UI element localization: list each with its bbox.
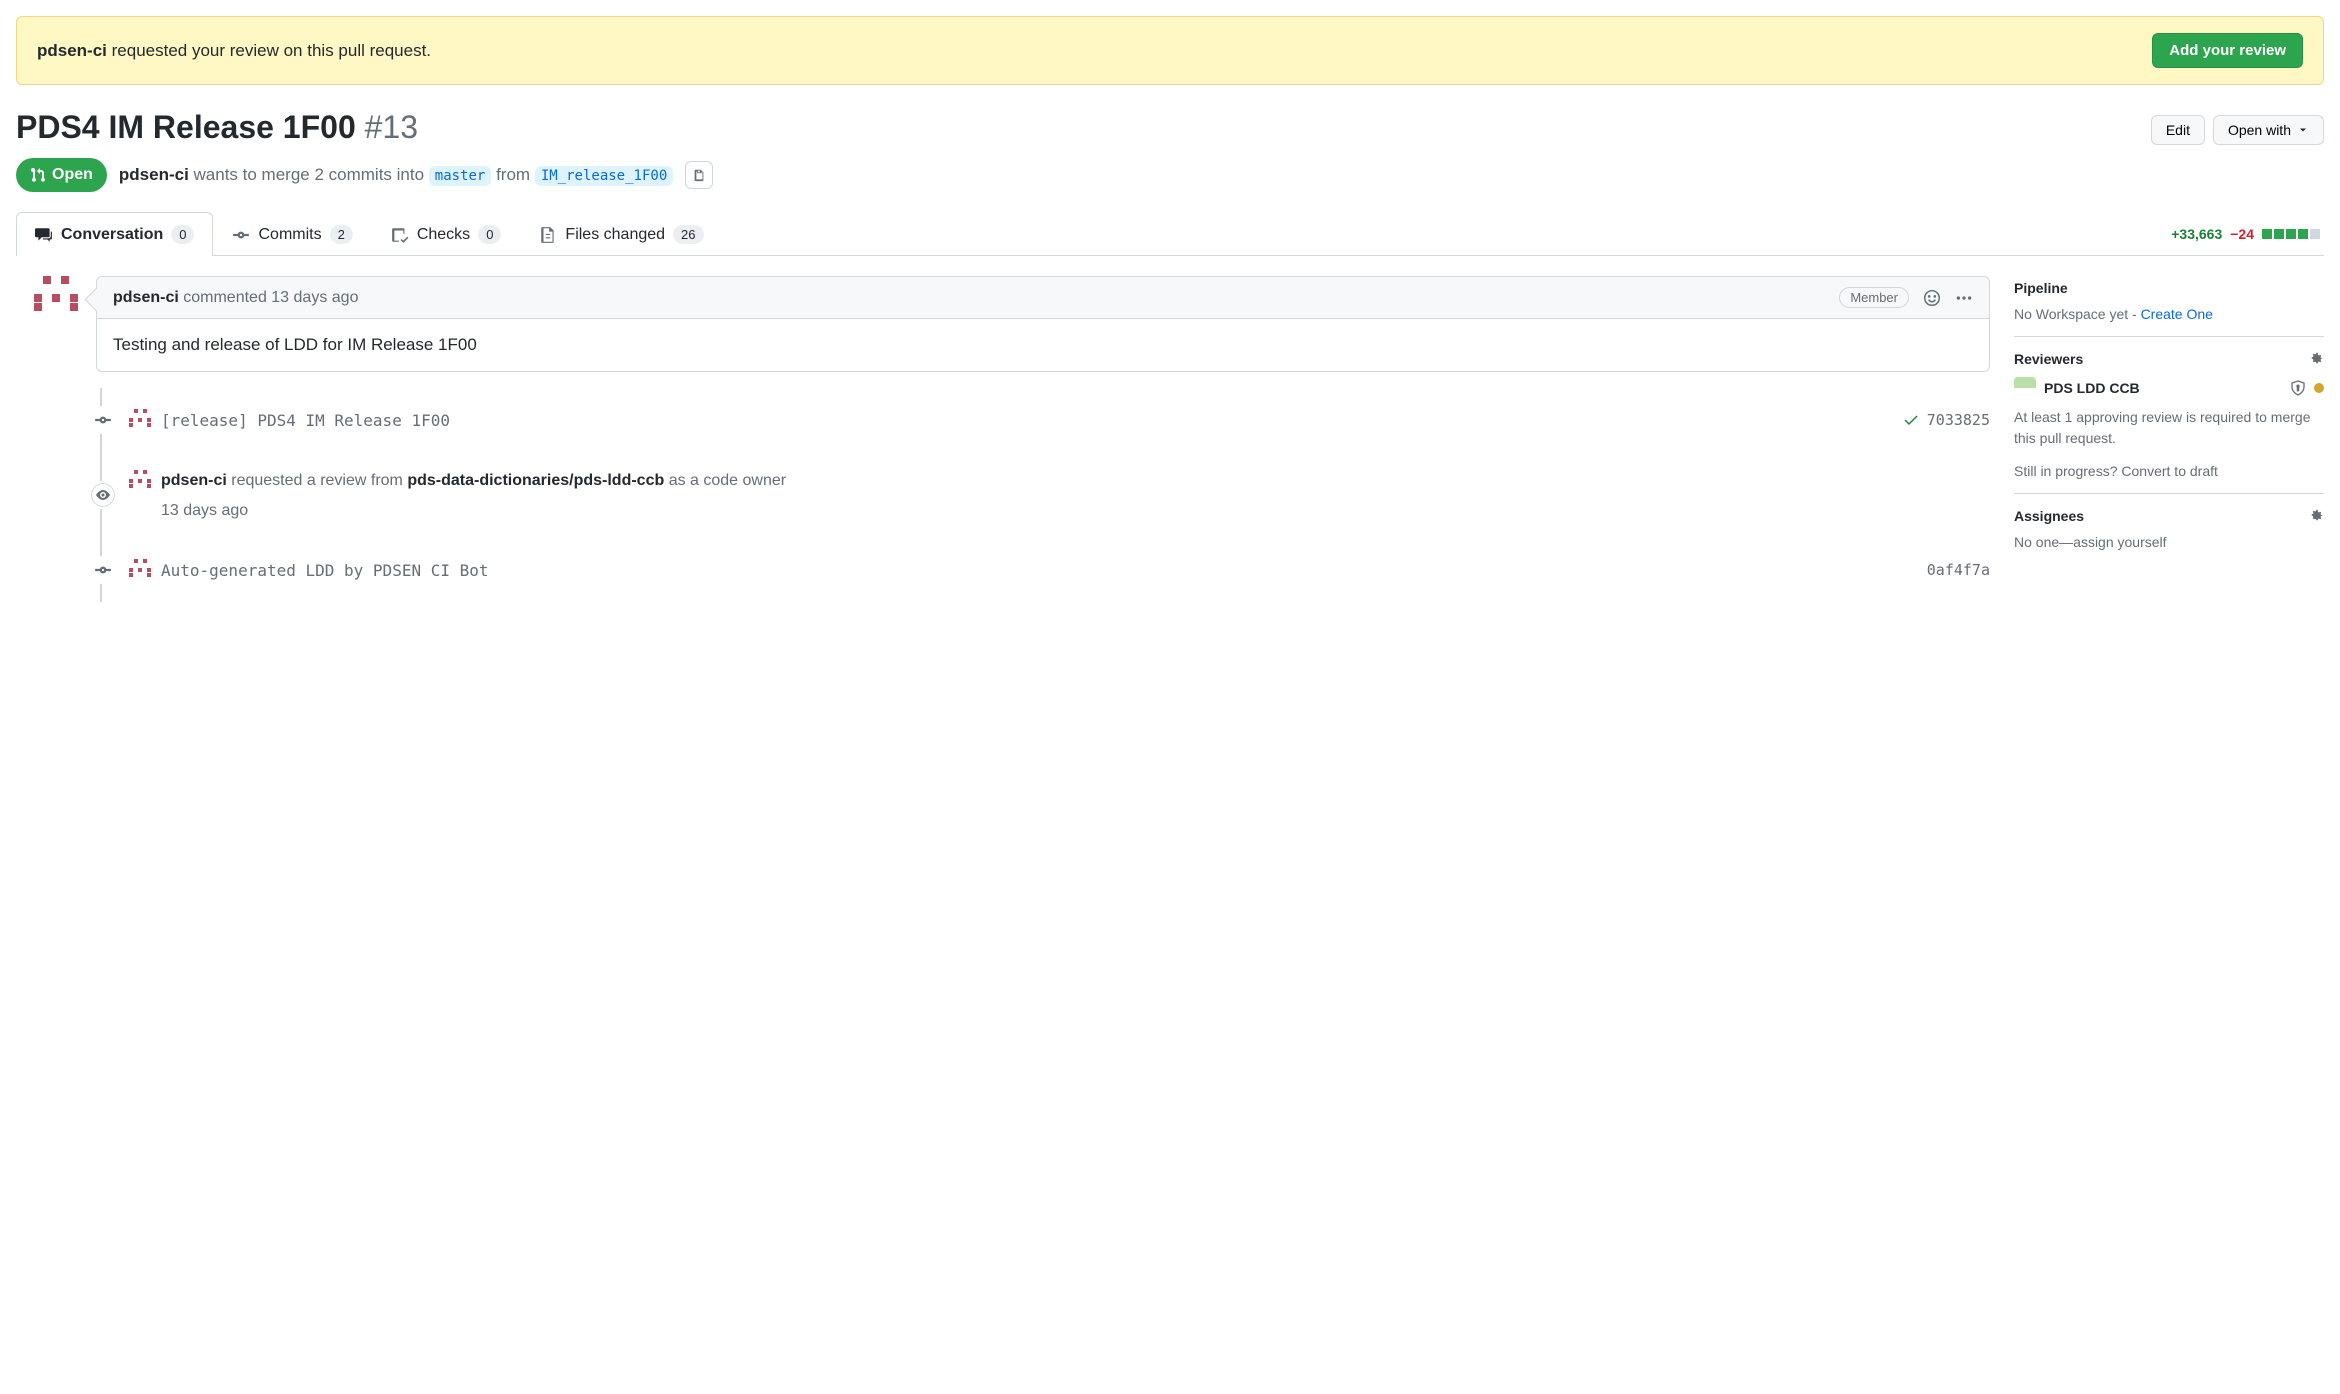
eye-icon <box>95 487 111 503</box>
commit-sha[interactable]: 0af4f7a <box>1927 561 1990 579</box>
tab-files-changed[interactable]: Files changed 26 <box>520 212 722 256</box>
gutter <box>16 276 96 602</box>
title-actions: Edit Open with <box>2151 115 2324 145</box>
git-pull-request-icon <box>30 167 46 183</box>
kebab-icon <box>1955 289 1973 307</box>
commit-sha[interactable]: 7033825 <box>1927 411 1990 429</box>
comment-discussion-icon <box>35 226 53 244</box>
comment-header-actions: Member <box>1839 287 1973 308</box>
review-banner-message: pdsen-ci requested your review on this p… <box>37 41 431 61</box>
reaction-button[interactable] <box>1923 289 1941 307</box>
comment-author[interactable]: pdsen-ci <box>113 289 179 306</box>
review-request-banner: pdsen-ci requested your review on this p… <box>16 16 2324 85</box>
pipeline-text: No Workspace yet - Create One <box>2014 306 2324 322</box>
tabs-row: Conversation 0 Commits 2 Checks 0 Files … <box>16 212 2324 256</box>
state-badge: Open <box>16 158 107 192</box>
tab-conversation-count: 0 <box>171 225 194 244</box>
create-workspace-link[interactable]: Create One <box>2141 306 2213 322</box>
base-branch[interactable]: master <box>429 166 492 186</box>
tab-commits[interactable]: Commits 2 <box>213 212 371 256</box>
review-request-time: 13 days ago <box>161 502 1990 520</box>
timeline-review-request-item: pdsen-ci requested a review from pds-dat… <box>89 452 1990 538</box>
diff-additions: +33,663 <box>2171 226 2222 242</box>
sidebar-pipeline-title: Pipeline <box>2014 280 2324 296</box>
role-badge: Member <box>1839 287 1909 308</box>
convert-to-draft-link[interactable]: Convert to draft <box>2121 463 2218 479</box>
comment-author-meta: pdsen-ci commented 13 days ago <box>113 289 358 307</box>
gear-icon <box>2308 351 2324 367</box>
comment-body: Testing and release of LDD for IM Releas… <box>97 319 1989 371</box>
sidebar-reviewers-title: Reviewers <box>2014 351 2324 367</box>
sidebar-pipeline: Pipeline No Workspace yet - Create One <box>2014 276 2324 337</box>
git-commit-icon <box>94 561 112 579</box>
pr-author[interactable]: pdsen-ci <box>119 165 189 184</box>
reviewer-row: PDS LDD CCB <box>2014 377 2324 399</box>
review-request-text: pdsen-ci requested a review from pds-dat… <box>161 472 786 490</box>
sidebar-assignees-title: Assignees <box>2014 508 2324 524</box>
merge-description: pdsen-ci wants to merge 2 commits into m… <box>119 165 673 185</box>
shield-icon <box>2290 380 2306 396</box>
main-layout: pdsen-ci commented 13 days ago Member Te… <box>16 276 2324 602</box>
convert-draft-text: Still in progress? Convert to draft <box>2014 463 2324 479</box>
commit-author-avatar[interactable] <box>129 409 151 431</box>
commit-sha-group: 7033825 <box>1903 411 1990 429</box>
gear-icon <box>2308 508 2324 524</box>
kebab-button[interactable] <box>1955 289 1973 307</box>
open-with-button[interactable]: Open with <box>2213 115 2324 145</box>
check-icon <box>1903 412 1919 428</box>
reviewers-gear-button[interactable] <box>2308 351 2324 367</box>
diff-deletions: −24 <box>2230 226 2254 242</box>
timeline-items: [release] PDS4 IM Release 1F00 7033825 <box>100 388 1990 602</box>
review-requester: pdsen-ci <box>37 41 107 60</box>
assignees-gear-button[interactable] <box>2308 508 2324 524</box>
assign-yourself-link[interactable]: assign yourself <box>2073 534 2166 550</box>
tab-checks-count: 0 <box>478 225 501 244</box>
sidebar-assignees: Assignees No one—assign yourself <box>2014 494 2324 564</box>
pr-title: PDS4 IM Release 1F00 #13 <box>16 109 418 146</box>
caret-down-icon <box>2297 124 2309 136</box>
sidebar: Pipeline No Workspace yet - Create One R… <box>2014 276 2324 602</box>
smiley-icon <box>1923 289 1941 307</box>
git-commit-icon <box>94 411 112 429</box>
tab-files-count: 26 <box>673 225 703 244</box>
timeline-column: pdsen-ci commented 13 days ago Member Te… <box>16 276 1990 602</box>
head-branch[interactable]: IM_release_1F00 <box>535 166 673 186</box>
tab-conversation[interactable]: Conversation 0 <box>16 212 213 256</box>
title-row: PDS4 IM Release 1F00 #13 Edit Open with <box>16 109 2324 146</box>
file-diff-icon <box>539 226 557 244</box>
assignees-text: No one—assign yourself <box>2014 534 2324 550</box>
review-requirement-note: At least 1 approving review is required … <box>2014 407 2324 449</box>
commit-author-avatar[interactable] <box>129 559 151 581</box>
pr-meta-row: Open pdsen-ci wants to merge 2 commits i… <box>16 158 2324 192</box>
tab-commits-count: 2 <box>330 225 353 244</box>
add-review-button[interactable]: Add your review <box>2152 33 2303 68</box>
event-author-avatar[interactable] <box>129 470 151 492</box>
timeline: pdsen-ci commented 13 days ago Member Te… <box>96 276 1990 602</box>
comment-box: pdsen-ci commented 13 days ago Member Te… <box>96 276 1990 372</box>
reviewer-avatar[interactable] <box>2014 377 2036 399</box>
edit-button[interactable]: Edit <box>2151 115 2205 145</box>
commit-message[interactable]: Auto-generated LDD by PDSEN CI Bot <box>161 561 489 580</box>
checklist-icon <box>391 226 409 244</box>
review-pending-dot <box>2314 383 2324 393</box>
author-avatar[interactable] <box>34 276 78 320</box>
timeline-commit-item: Auto-generated LDD by PDSEN CI Bot 0af4f… <box>89 538 1990 602</box>
tab-checks[interactable]: Checks 0 <box>372 212 521 256</box>
code-owner-shield <box>2290 380 2306 396</box>
tabs: Conversation 0 Commits 2 Checks 0 Files … <box>16 212 723 255</box>
git-commit-icon <box>232 226 250 244</box>
diff-blocks <box>2262 229 2320 239</box>
copy-branch-button[interactable] <box>685 161 713 189</box>
comment-header: pdsen-ci commented 13 days ago Member <box>97 277 1989 319</box>
sidebar-reviewers: Reviewers PDS LDD CCB At least 1 approvi… <box>2014 337 2324 494</box>
commit-message[interactable]: [release] PDS4 IM Release 1F00 <box>161 411 450 430</box>
timeline-commit-item: [release] PDS4 IM Release 1F00 7033825 <box>89 388 1990 452</box>
reviewer-name[interactable]: PDS LDD CCB <box>2044 380 2282 396</box>
clipboard-icon <box>692 168 706 182</box>
diffstat[interactable]: +33,663 −24 <box>2171 226 2324 242</box>
